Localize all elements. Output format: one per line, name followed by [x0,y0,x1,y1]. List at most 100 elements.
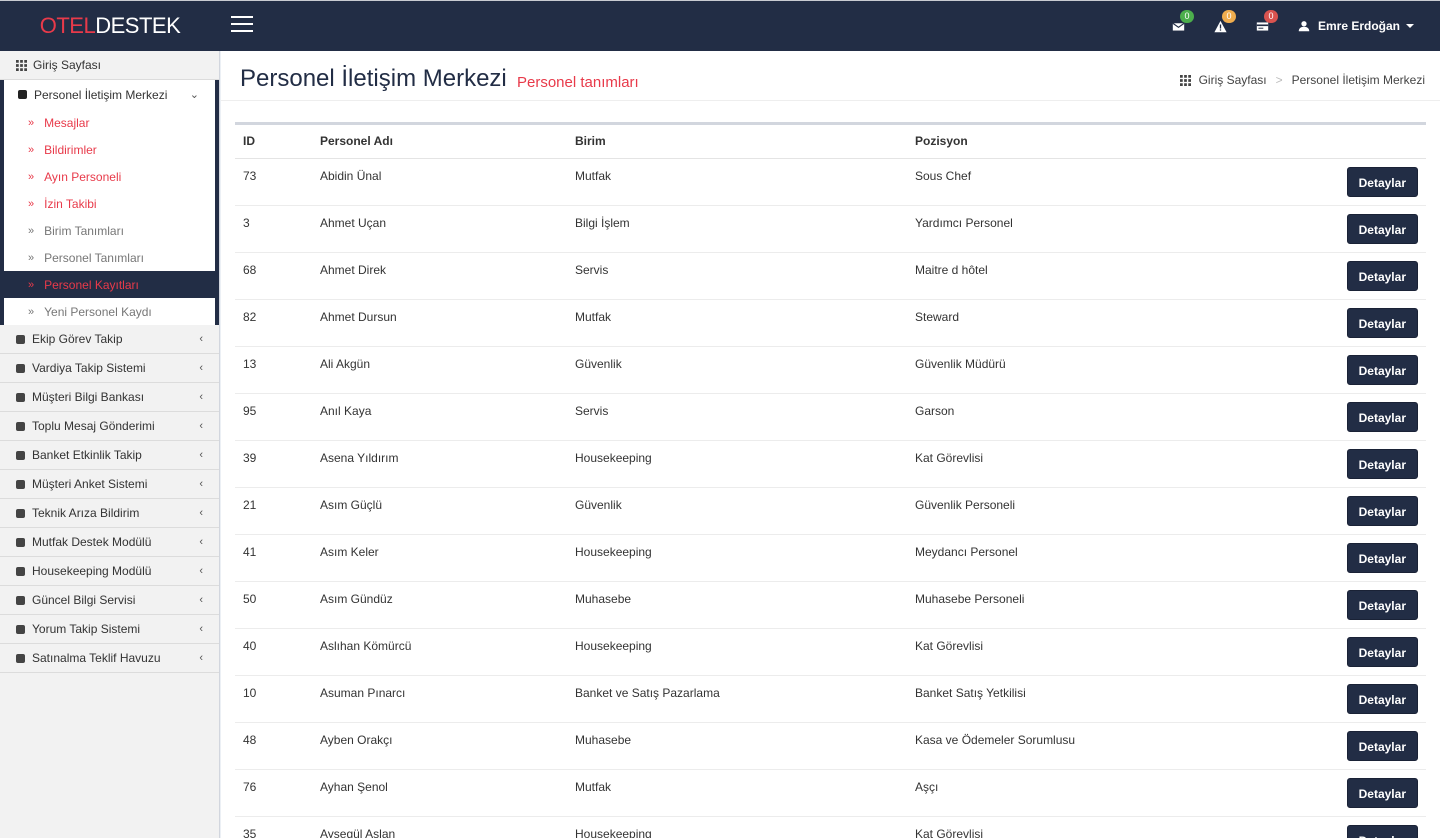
sidebar-subitem-label: İzin Takibi [44,196,97,211]
staff-table-box: ID Personel Adı Birim Pozisyon 73 Abidin … [235,122,1426,838]
table-header-row: ID Personel Adı Birim Pozisyon [235,125,1426,159]
details-button[interactable]: Detaylar [1346,448,1418,479]
column-header-name: Personel Adı [312,125,567,159]
cell-unit: Housekeeping [567,628,907,676]
sidebar-subitem-personel-kayitlari[interactable]: » Personel Kayıtları [4,271,215,298]
double-chevron-icon: » [28,197,35,210]
column-header-position: Pozisyon [907,125,1307,159]
details-button[interactable]: Detaylar [1346,213,1418,244]
sidebar-item-label: Teknik Arıza Bildirim [32,506,140,520]
column-header-actions [1307,125,1426,159]
details-button[interactable]: Detaylar [1346,166,1418,197]
details-button[interactable]: Detaylar [1346,542,1418,573]
chevron-left-icon: ‹ [199,478,203,490]
cell-actions: Detaylar [1307,581,1426,629]
sidebar-subitem-mesajlar[interactable]: » Mesajlar [4,109,215,136]
sidebar-modules: Ekip Görev Takip ‹ Vardiya Takip Sistemi ‹ M… [0,325,219,673]
chevron-left-icon: ‹ [199,391,203,403]
sidebar-subitem-bildirimler[interactable]: » Bildirimler [4,136,215,163]
sidebar-subitem-izin-takibi[interactable]: » İzin Takibi [4,190,215,217]
table-row: 39 Asena Yıldırım Housekeeping Kat Görevlis… [235,440,1426,488]
table-row: 40 Aslıhan Kömürcü Housekeeping Kat Görevli… [235,628,1426,676]
sidebar-subitem-label: Personel Kayıtları [44,277,139,292]
square-icon [18,90,27,99]
chevron-left-icon: ‹ [199,333,203,345]
sidebar-group-header[interactable]: Personel İletişim Merkezi ⌄ [4,80,215,109]
cell-name: Asım Güçlü [312,487,567,535]
cell-unit: Mutfak [567,158,907,206]
sidebar-module-item[interactable]: Housekeeping Modülü ‹ [0,557,219,586]
details-button[interactable]: Detaylar [1346,589,1418,620]
details-button[interactable]: Detaylar [1346,401,1418,432]
cell-name: Ahmet Uçan [312,205,567,253]
square-icon [16,508,25,518]
sidebar-toggle-icon[interactable] [231,16,253,34]
breadcrumb-home-link[interactable]: Giriş Sayfası [1199,73,1267,87]
cell-id: 10 [235,675,312,723]
chevron-left-icon: ‹ [199,565,203,577]
cell-actions: Detaylar [1307,158,1426,206]
sidebar-module-item[interactable]: Ekip Görev Takip ‹ [0,325,219,354]
table-row: 48 Ayben Orakçı Muhasebe Kasa ve Ödemeler S… [235,722,1426,770]
sidebar-module-item[interactable]: Teknik Arıza Bildirim ‹ [0,499,219,528]
sidebar-subitem-ayin-personeli[interactable]: » Ayın Personeli [4,163,215,190]
cell-id: 76 [235,769,312,817]
table-row: 35 Ayşegül Aslan Housekeeping Kat Görevlisi… [235,816,1426,838]
double-chevron-icon: » [28,224,35,237]
sidebar-subitem-yeni-personel-kaydi[interactable]: » Yeni Personel Kaydı [4,298,215,325]
cell-id: 82 [235,299,312,347]
sidebar-module-item[interactable]: Vardiya Takip Sistemi ‹ [0,354,219,383]
square-icon [16,537,25,547]
sidebar-subitem-label: Yeni Personel Kaydı [44,304,152,319]
notifications-menu[interactable]: 0 [1242,1,1284,51]
square-icon [16,624,25,634]
sidebar-item-label: Giriş Sayfası [33,58,102,72]
sidebar-subitem-personel-tanimlari[interactable]: » Personel Tanımları [4,244,215,271]
details-button[interactable]: Detaylar [1346,307,1418,338]
cell-name: Ali Akgün [312,346,567,394]
sidebar-module-item[interactable]: Mutfak Destek Modülü ‹ [0,528,219,557]
messages-menu[interactable]: 0 [1158,1,1200,51]
page-header: Personel İletişim Merkezi Personel tanım… [221,51,1440,101]
chevron-down-icon [1406,24,1414,28]
square-icon [16,363,25,373]
sidebar-subitem-label: Bildirimler [44,142,97,157]
double-chevron-icon: » [28,305,35,318]
sidebar-item-home[interactable]: Giriş Sayfası [0,51,219,80]
cell-position: Kat Görevlisi [907,816,1307,838]
user-icon [1298,21,1310,32]
details-button[interactable]: Detaylar [1346,495,1418,526]
cell-unit: Güvenlik [567,346,907,394]
sidebar-module-item[interactable]: Satınalma Teklif Havuzu ‹ [0,644,219,673]
sidebar-module-item[interactable]: Yorum Takip Sistemi ‹ [0,615,219,644]
user-menu[interactable]: Emre Erdoğan [1284,1,1440,51]
cell-unit: Muhasebe [567,722,907,770]
sidebar-module-item[interactable]: Güncel Bilgi Servisi ‹ [0,586,219,615]
chevron-left-icon: ‹ [199,594,203,606]
table-row: 95 Anıl Kaya Servis Garson Detaylar [235,393,1426,441]
sidebar-module-item[interactable]: Müşteri Bilgi Bankası ‹ [0,383,219,412]
details-button[interactable]: Detaylar [1346,777,1418,808]
sidebar-module-item[interactable]: Toplu Mesaj Gönderimi ‹ [0,412,219,441]
details-button[interactable]: Detaylar [1346,683,1418,714]
sidebar-module-item[interactable]: Müşteri Anket Sistemi ‹ [0,470,219,499]
details-button[interactable]: Detaylar [1346,354,1418,385]
details-button[interactable]: Detaylar [1346,260,1418,291]
square-icon [16,450,25,460]
cell-position: Yardımcı Personel [907,205,1307,253]
details-button[interactable]: Detaylar [1346,636,1418,667]
double-chevron-icon: » [28,251,35,264]
details-button[interactable]: Detaylar [1346,824,1418,838]
table-row: 41 Asım Keler Housekeeping Meydancı Persone… [235,534,1426,582]
sidebar-item-label: Güncel Bilgi Servisi [32,593,136,607]
cell-name: Ayşegül Aslan [312,816,567,838]
cell-position: Kat Görevlisi [907,628,1307,676]
chevron-left-icon: ‹ [199,449,203,461]
sidebar-module-item[interactable]: Banket Etkinlik Takip ‹ [0,441,219,470]
alerts-menu[interactable]: 0 [1200,1,1242,51]
cell-actions: Detaylar [1307,722,1426,770]
sidebar-item-label: Mutfak Destek Modülü [32,535,152,549]
sidebar-subitem-birim-tanimlari[interactable]: » Birim Tanımları [4,217,215,244]
details-button[interactable]: Detaylar [1346,730,1418,761]
brand-logo[interactable]: OTEL DESTEK [0,1,220,51]
